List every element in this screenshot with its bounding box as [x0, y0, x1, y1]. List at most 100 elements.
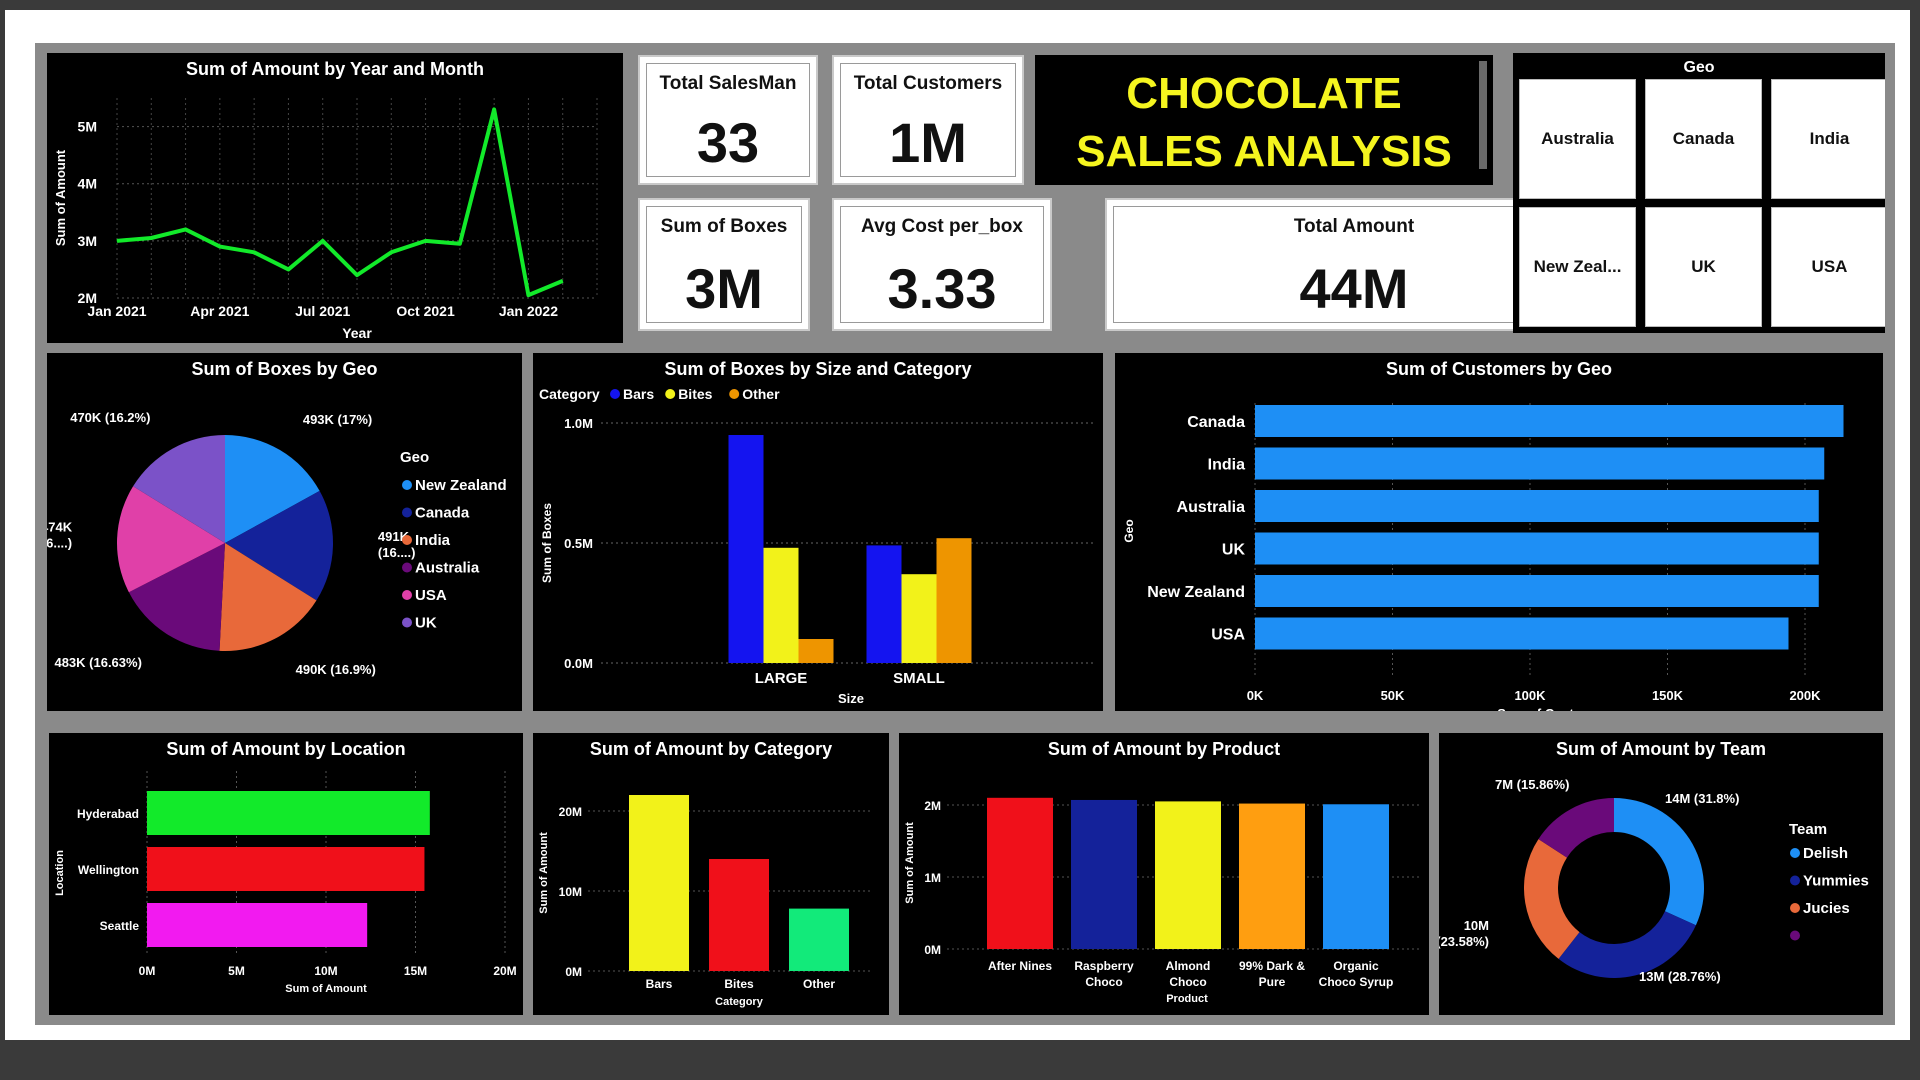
customers-by-geo-panel[interactable]: Sum of Customers by Geo 0K 50K 100K 150K 200…	[1115, 353, 1883, 711]
bar	[1255, 532, 1819, 565]
data-label: 14M (31.8%)	[1665, 791, 1739, 806]
x-tick-label: Jan 2021	[87, 303, 146, 319]
category-bar-chart: 0M 10M 20M Bars Bites Other Category Sum of Amo…	[538, 795, 873, 1008]
data-point	[219, 246, 221, 248]
boxes-by-geo-panel[interactable]: Sum of Boxes by Geo 493K (17%) 491K (16...…	[47, 353, 522, 711]
y-tick-label: 0M	[924, 943, 941, 957]
legend-label: Other	[742, 386, 780, 402]
x-tick-label: 0M	[139, 964, 156, 978]
bar	[798, 639, 834, 663]
slicer-title: Geo	[1683, 59, 1715, 76]
card-label: Total SalesMan	[659, 73, 797, 94]
donut-slice	[1558, 911, 1696, 978]
data-point	[390, 251, 392, 253]
x-tick-label: Raspberry	[1074, 959, 1134, 973]
bar	[1071, 799, 1137, 949]
bar	[1155, 801, 1221, 949]
total-salesman-card: Total SalesMan 33	[638, 55, 818, 185]
bar	[866, 545, 902, 663]
bar	[147, 791, 430, 835]
x-tick-label: Jul 2021	[295, 303, 350, 319]
geo-slicer-item-new-zealand[interactable]: New Zeal...	[1519, 207, 1636, 327]
x-tick-label: Bites	[724, 977, 754, 991]
legend-title: Category	[539, 386, 600, 402]
legend-label: Canada	[415, 505, 470, 522]
x-tick-label: 150K	[1652, 688, 1684, 703]
legend-marker	[729, 389, 740, 399]
data-point	[322, 240, 324, 242]
legend-marker	[402, 562, 412, 573]
legend-label: Jucies	[1803, 900, 1850, 917]
y-axis-label: Sum of Boxes	[540, 503, 554, 583]
legend-marker	[402, 617, 412, 628]
card-value: 3.33	[887, 257, 997, 320]
x-tick-label: 0K	[1247, 688, 1264, 703]
data-label: 13M (28.76%)	[1639, 969, 1721, 984]
bar	[1323, 804, 1389, 949]
grouped-bar-chart: Category Bars Bites Other 0.0M 0.5M 1.0M LARGE S…	[539, 386, 1093, 706]
scrollbar[interactable]	[1479, 61, 1487, 169]
geo-slicer-item-canada[interactable]: Canada	[1645, 79, 1762, 199]
legend-label: Bars	[623, 386, 654, 402]
dashboard-title-panel: CHOCOLATE SALES ANALYSIS	[1035, 55, 1493, 185]
legend-label: Australia	[415, 560, 480, 577]
y-tick-label: Australia	[1177, 499, 1246, 516]
data-label: 10M	[1464, 918, 1489, 933]
x-axis-label: Product	[1166, 993, 1208, 1005]
y-tick-label: 1M	[924, 871, 941, 885]
legend-marker	[1790, 875, 1800, 886]
x-tick-label: Jan 2022	[499, 303, 558, 319]
amount-by-month-panel[interactable]: Sum of Amount by Year and Month 2M 3M 4M 5M…	[47, 53, 623, 343]
y-axis-label: Location	[54, 850, 66, 896]
bar	[1255, 490, 1819, 522]
bar	[629, 795, 689, 971]
bar	[901, 574, 937, 663]
y-axis-label: Sum of Amount	[538, 832, 550, 914]
card-label: Avg Cost per_box	[861, 216, 1023, 237]
boxes-by-size-panel[interactable]: Sum of Boxes by Size and Category Catego…	[533, 353, 1103, 711]
y-tick-label: 0.0M	[564, 656, 593, 671]
amount-by-category-panel[interactable]: Sum of Amount by Category 0M 10M 20M Bars Bi…	[533, 733, 889, 1015]
y-tick-label: 0M	[565, 965, 582, 979]
x-axis-label: Sum of Amount	[285, 983, 367, 995]
geo-slicer-item-australia[interactable]: Australia	[1519, 79, 1636, 199]
y-tick-label: Wellington	[78, 863, 139, 877]
x-tick-label: 15M	[404, 964, 427, 978]
x-axis-label: Year	[342, 325, 372, 341]
card-value: 33	[696, 111, 760, 174]
y-tick-label: 20M	[559, 805, 582, 819]
data-point	[527, 294, 529, 296]
chart-title: Sum of Boxes by Size and Category	[664, 359, 972, 379]
donut-chart: 14M (31.8%) 13M (28.76%) 10M(23.58%) 7M (15…	[1439, 777, 1869, 984]
y-tick-label: 10M	[559, 885, 582, 899]
bar	[789, 908, 849, 971]
donut-slice	[1614, 798, 1704, 926]
x-axis-label: Category	[715, 996, 764, 1008]
x-tick-label: Choco Syrup	[1319, 975, 1394, 989]
geo-slicer-item-uk[interactable]: UK	[1645, 207, 1762, 327]
chart-title: Sum of Amount by Year and Month	[185, 59, 484, 79]
amount-by-team-panel[interactable]: Sum of Amount by Team 14M (31.8%) 13M (28…	[1439, 733, 1883, 1015]
y-tick-label: 0.5M	[564, 536, 593, 551]
legend-label: India	[415, 532, 451, 549]
geo-slicer-item-india[interactable]: India	[1771, 79, 1885, 199]
bar	[1255, 405, 1844, 437]
x-tick-label: 100K	[1514, 688, 1546, 703]
data-label: (16....)	[378, 545, 416, 560]
x-tick-label: 10M	[314, 964, 337, 978]
x-tick-label: Apr 2021	[190, 303, 249, 319]
amount-by-location-panel[interactable]: Sum of Amount by Location 0M 5M 10M 15M 20M H…	[49, 733, 523, 1015]
geo-slicer-item-usa[interactable]: USA	[1771, 207, 1885, 327]
x-tick-label: 99% Dark &	[1239, 959, 1305, 973]
series-line	[116, 107, 564, 298]
legend-label: Yummies	[1803, 873, 1869, 890]
amount-by-product-panel[interactable]: Sum of Amount by Product 0M 1M 2M After Nin…	[899, 733, 1429, 1015]
legend-marker	[1790, 903, 1800, 913]
bar	[147, 847, 425, 891]
customers-bar-chart: 0K 50K 100K 150K 200K Canada India Australia UK N…	[1122, 403, 1844, 711]
card-label: Sum of Boxes	[660, 216, 788, 237]
card-value: 1M	[889, 111, 967, 174]
x-tick-label: 50K	[1381, 688, 1405, 703]
y-axis-label: Geo	[1122, 519, 1136, 542]
x-tick-label: 5M	[228, 964, 245, 978]
